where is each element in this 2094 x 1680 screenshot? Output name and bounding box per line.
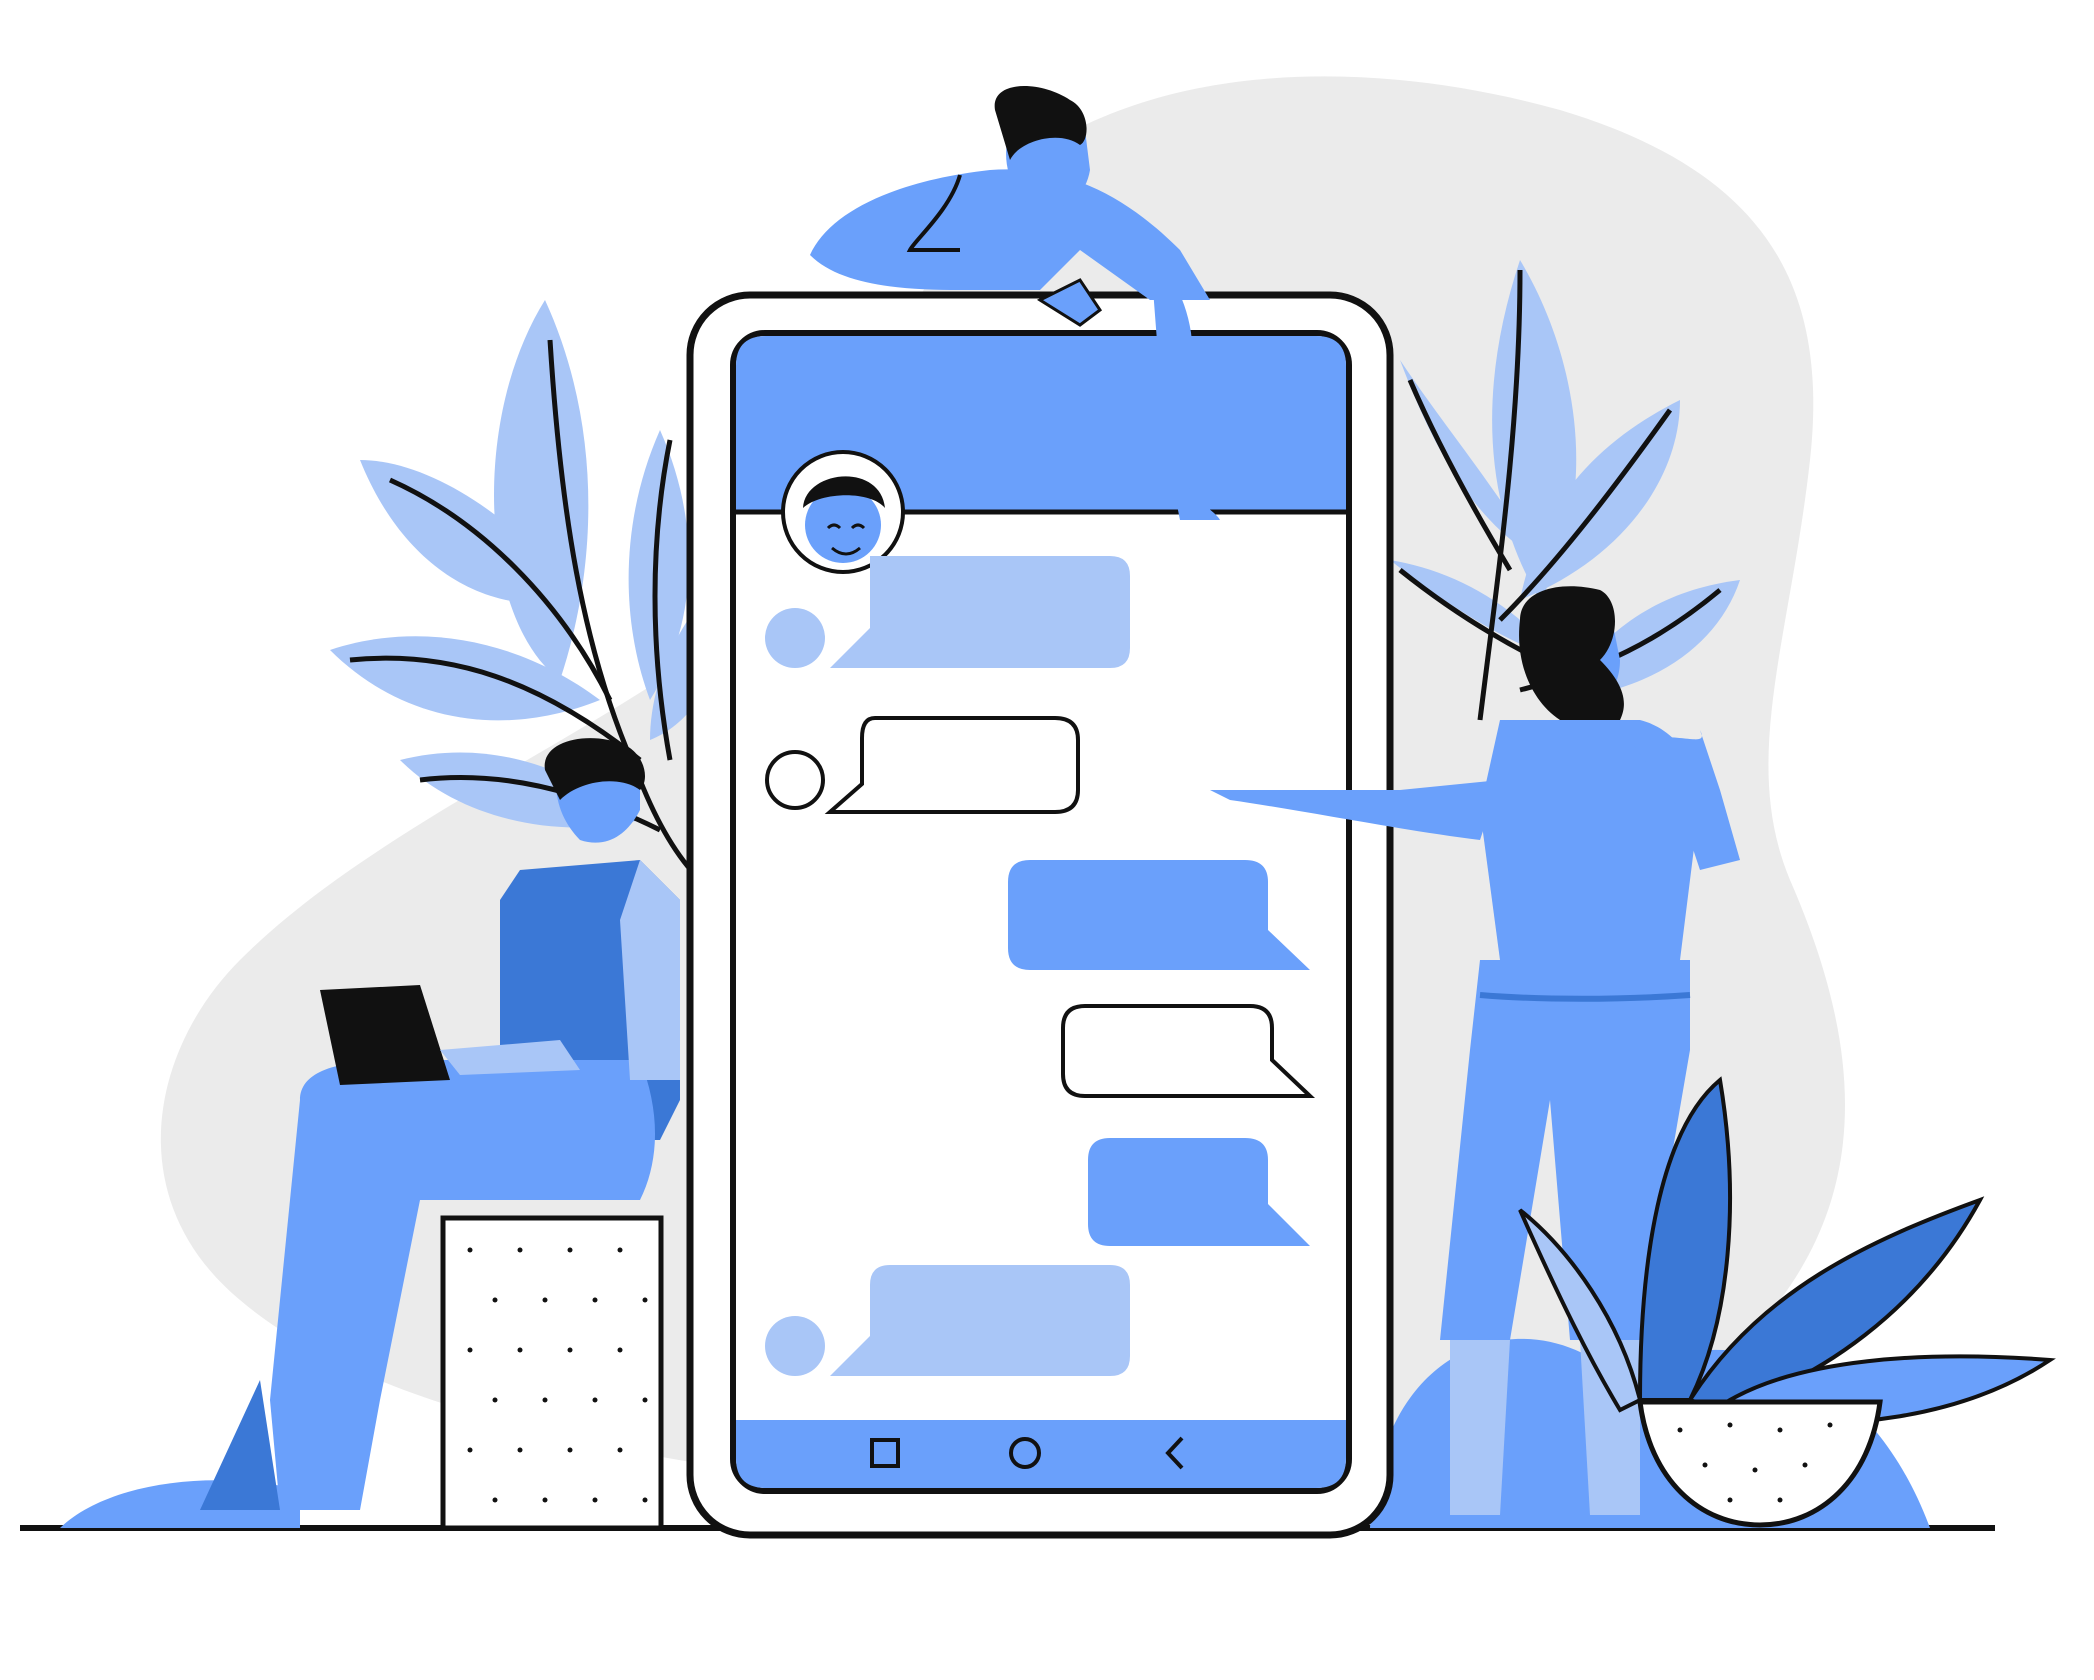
chat-bubble-sent-2 [1061, 1004, 1316, 1098]
phone-nav-bar [736, 1420, 1346, 1488]
chat-illustration [20, 76, 2056, 1539]
dotted-stool [440, 1215, 664, 1531]
chat-bubble-sent-1 [1008, 860, 1310, 970]
chat-avatar [781, 450, 905, 574]
smartphone [686, 291, 1394, 1539]
